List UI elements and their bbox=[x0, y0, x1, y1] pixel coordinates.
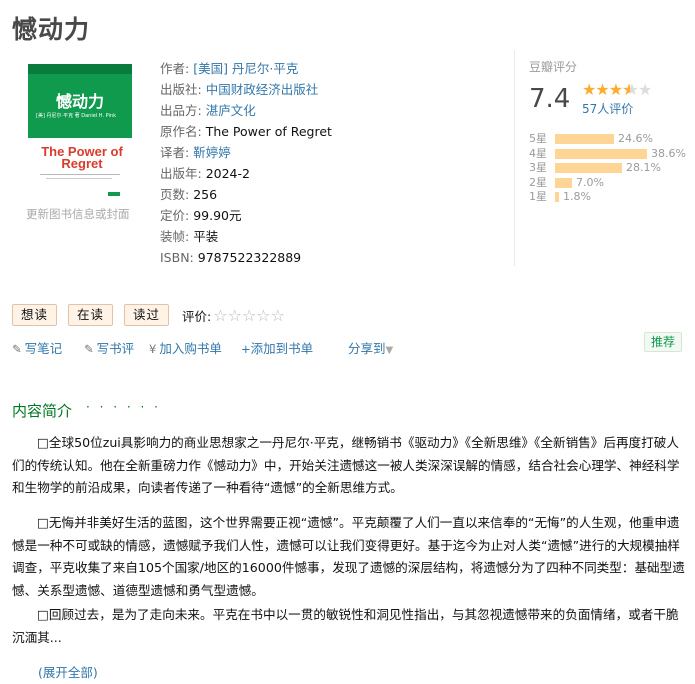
rating-row: 4星 38.6% bbox=[529, 147, 686, 161]
rating-row-label: 5星 bbox=[529, 132, 547, 145]
rating-row: 2星 7.0% bbox=[529, 176, 604, 190]
info-label: 定价: bbox=[160, 208, 190, 223]
cover-english-title: The Power of Regret bbox=[41, 144, 123, 171]
share-label: 分享到 bbox=[348, 341, 386, 356]
info-label: 作者: bbox=[160, 61, 190, 76]
plus-icon: + bbox=[241, 342, 251, 356]
add-to-booklist-label: 添加到书单 bbox=[250, 341, 314, 356]
rating-bar bbox=[555, 148, 647, 159]
rating-row: 1星 1.8% bbox=[529, 190, 591, 204]
rating-title: 豆瓣评分 bbox=[529, 60, 578, 74]
rating-row: 5星 24.6% bbox=[529, 132, 653, 146]
info-value: 2024-2 bbox=[205, 166, 250, 181]
cover-title: 憾动力 bbox=[56, 92, 105, 111]
rating-row-label: 4星 bbox=[529, 146, 547, 160]
info-label: 出版年: bbox=[160, 166, 202, 181]
info-row-author: 作者: [美国] 丹尼尔·平克 bbox=[160, 58, 332, 79]
summary-paragraph: □无悔并非美好生活的蓝图，这个世界需要正视“遗憾”。平克颠覆了人们一直以来信奉的… bbox=[12, 515, 685, 598]
info-row-producer: 出品方: 湛庐文化 bbox=[160, 100, 332, 121]
cover-publisher-mark bbox=[108, 192, 120, 196]
info-row-binding: 装帧: 平装 bbox=[160, 226, 332, 247]
share-dropdown[interactable]: 分享到▼ bbox=[348, 338, 393, 357]
summary-heading-dots: · · · · · · bbox=[86, 400, 161, 414]
write-review-label: 写书评 bbox=[96, 341, 135, 356]
reading-status-bar: 想读 在读 读过 评价: ☆☆☆☆☆ bbox=[12, 304, 285, 326]
info-label: 译者: bbox=[160, 145, 190, 160]
cover-top-band bbox=[28, 64, 132, 74]
rating-row-label: 2星 bbox=[529, 175, 547, 189]
write-review-link[interactable]: ✎ 写书评 bbox=[84, 338, 134, 357]
rate-stars-input[interactable]: ☆☆☆☆☆ bbox=[213, 306, 285, 325]
info-label: 出品方: bbox=[160, 103, 202, 118]
summary-heading: 内容简介 bbox=[12, 402, 73, 420]
info-row-pages: 页数: 256 bbox=[160, 184, 332, 205]
rating-bar bbox=[555, 177, 572, 188]
info-label: 装帧: bbox=[160, 229, 190, 244]
rating-stars-icon: ★★★★★★ bbox=[582, 80, 652, 99]
pencil-icon: ✎ bbox=[12, 342, 22, 356]
yuan-icon: ¥ bbox=[149, 342, 157, 356]
rating-row-percent: 7.0% bbox=[576, 175, 604, 189]
info-value: 256 bbox=[193, 187, 218, 202]
book-cover-image[interactable]: 憾动力 [美] 丹尼尔·平克 著 Daniel H. Pink The Powe… bbox=[28, 64, 132, 204]
summary-paragraph: □全球50位zui具影响力的商业思想家之一丹尼尔·平克，继畅销书《驱动力》《全新… bbox=[12, 435, 680, 495]
pencil-icon: ✎ bbox=[84, 342, 94, 356]
rating-row-label: 3星 bbox=[529, 161, 547, 174]
info-label: 出版社: bbox=[160, 82, 202, 97]
rating-row: 3星 28.1% bbox=[529, 161, 661, 175]
info-value: The Power of Regret bbox=[205, 124, 332, 139]
rating-count-link[interactable]: 57人评价 bbox=[582, 100, 633, 117]
info-label: 原作名: bbox=[160, 124, 202, 139]
info-row-isbn: ISBN: 9787522322889 bbox=[160, 247, 332, 268]
rating-bar bbox=[555, 163, 622, 173]
info-value: 9787522322889 bbox=[197, 250, 302, 265]
info-row-year: 出版年: 2024-2 bbox=[160, 163, 332, 184]
publisher-link[interactable]: 中国财政经济出版社 bbox=[206, 82, 319, 97]
reading-button[interactable]: 在读 bbox=[68, 304, 114, 326]
info-value: 99.90元 bbox=[193, 208, 242, 223]
rating-score: 7.4 bbox=[529, 84, 571, 114]
info-value: 平装 bbox=[193, 229, 219, 244]
book-info: 作者: [美国] 丹尼尔·平克 出版社: 中国财政经济出版社 出品方: 湛庐文化… bbox=[160, 58, 332, 268]
producer-link[interactable]: 湛庐文化 bbox=[206, 103, 256, 118]
recommend-button[interactable]: 推荐 bbox=[644, 332, 683, 352]
rating-bar bbox=[555, 134, 614, 144]
cover-rule bbox=[40, 174, 120, 175]
rating-bar bbox=[555, 192, 559, 202]
rating-row-label: 1星 bbox=[529, 190, 547, 203]
add-to-cart-link[interactable]: ¥ 加入购书单 bbox=[149, 338, 222, 357]
book-title: 憾动力 bbox=[12, 15, 91, 44]
info-label: ISBN: bbox=[160, 250, 194, 265]
add-to-booklist-link[interactable]: +添加到书单 bbox=[241, 338, 313, 357]
rating-row-percent: 24.6% bbox=[618, 132, 653, 145]
write-note-link[interactable]: ✎ 写笔记 bbox=[12, 338, 62, 357]
info-row-publisher: 出版社: 中国财政经济出版社 bbox=[160, 79, 332, 100]
write-note-label: 写笔记 bbox=[24, 341, 63, 356]
cover-authors: [美] 丹尼尔·平克 著 Daniel H. Pink bbox=[36, 113, 116, 119]
summary-paragraph: □回顾过去，是为了走向未来。平克在书中以一贯的敏锐性和洞见性指出，与其忽视遗憾带… bbox=[12, 607, 679, 645]
info-label: 页数: bbox=[160, 187, 190, 202]
caret-down-icon: ▼ bbox=[385, 345, 394, 356]
cover-rule bbox=[46, 178, 112, 179]
rate-label: 评价: bbox=[182, 308, 212, 324]
expand-all-link[interactable]: (展开全部) bbox=[38, 662, 98, 681]
rating-row-percent: 1.8% bbox=[563, 190, 591, 203]
rating-row-percent: 38.6% bbox=[651, 146, 686, 160]
have-read-button[interactable]: 读过 bbox=[124, 304, 170, 326]
info-row-original-title: 原作名: The Power of Regret bbox=[160, 121, 332, 142]
rating-row-percent: 28.1% bbox=[626, 161, 661, 174]
author-link[interactable]: [美国] 丹尼尔·平克 bbox=[193, 61, 298, 76]
want-to-read-button[interactable]: 想读 bbox=[12, 304, 58, 326]
info-row-price: 定价: 99.90元 bbox=[160, 205, 332, 226]
info-row-translator: 译者: 靳婷婷 bbox=[160, 142, 332, 163]
update-cover-link[interactable]: 更新图书信息或封面 bbox=[26, 206, 130, 222]
rating-panel: 豆瓣评分 7.4 ★★★★★★ 57人评价 5星 24.6% 4星 38.6% 3星 28… bbox=[514, 50, 686, 266]
add-to-cart-label: 加入购书单 bbox=[159, 341, 222, 356]
translator-link[interactable]: 靳婷婷 bbox=[193, 145, 231, 160]
